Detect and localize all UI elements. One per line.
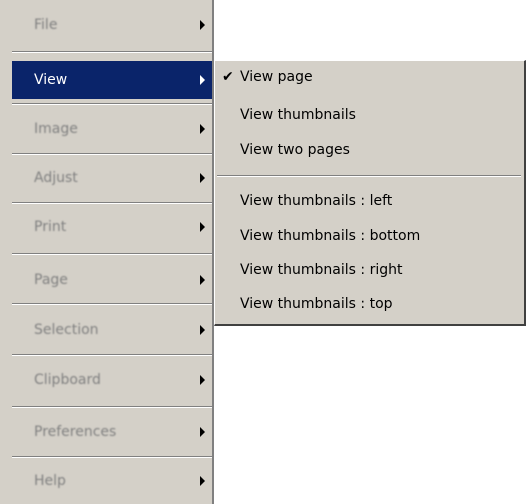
submenu-item-label: View two pages bbox=[240, 142, 350, 158]
main-menu: File View Image Adjust Print Page Select… bbox=[0, 0, 214, 504]
menu-item-label: Clipboard bbox=[34, 372, 101, 388]
submenu-item-thumbnails-right[interactable]: View thumbnails : right bbox=[215, 253, 524, 287]
menu-item-label: Image bbox=[34, 121, 78, 137]
menu-separator bbox=[12, 253, 212, 255]
submenu-item-label: View thumbnails : right bbox=[240, 262, 403, 278]
menu-item-adjust[interactable]: Adjust bbox=[12, 159, 212, 197]
submenu-item-thumbnails-top[interactable]: View thumbnails : top bbox=[215, 287, 524, 321]
submenu-item-label: View thumbnails : top bbox=[240, 296, 393, 312]
menu-item-label: Selection bbox=[34, 322, 99, 338]
submenu-item-label: View thumbnails bbox=[240, 107, 356, 123]
menu-separator bbox=[12, 406, 212, 408]
submenu-arrow-icon bbox=[200, 325, 205, 335]
menu-separator bbox=[12, 456, 212, 458]
menu-item-preferences[interactable]: Preferences bbox=[12, 413, 212, 451]
menu-item-label: Print bbox=[34, 219, 67, 235]
submenu-arrow-icon bbox=[200, 222, 205, 232]
submenu-item-view-two-pages[interactable]: View two pages bbox=[215, 133, 524, 167]
checkmark-icon: ✔ bbox=[222, 69, 234, 85]
submenu-arrow-icon bbox=[200, 20, 205, 30]
menu-item-label: View bbox=[34, 72, 68, 88]
screen: File View Image Adjust Print Page Select… bbox=[0, 0, 526, 504]
submenu-item-label: View thumbnails : bottom bbox=[240, 228, 421, 244]
submenu-item-thumbnails-bottom[interactable]: View thumbnails : bottom bbox=[215, 219, 524, 253]
submenu-item-thumbnails-left[interactable]: View thumbnails : left bbox=[215, 184, 524, 218]
menu-separator bbox=[12, 51, 212, 53]
menu-item-view[interactable]: View bbox=[12, 61, 212, 99]
menu-separator bbox=[12, 202, 212, 204]
submenu-item-label: View page bbox=[240, 69, 313, 85]
menu-item-print[interactable]: Print bbox=[12, 208, 212, 246]
submenu-item-view-page[interactable]: ✔ View page bbox=[215, 60, 524, 94]
submenu-arrow-icon bbox=[200, 275, 205, 285]
menu-item-label: Preferences bbox=[34, 424, 117, 440]
submenu-item-label: View thumbnails : left bbox=[240, 193, 393, 209]
menu-separator bbox=[12, 354, 212, 356]
menu-item-label: Adjust bbox=[34, 170, 78, 186]
menu-item-selection[interactable]: Selection bbox=[12, 311, 212, 349]
submenu-arrow-icon bbox=[200, 173, 205, 183]
menu-item-page[interactable]: Page bbox=[12, 261, 212, 299]
submenu-separator bbox=[217, 175, 521, 177]
menu-item-label: Help bbox=[34, 473, 66, 489]
menu-item-label: Page bbox=[34, 272, 68, 288]
view-submenu: ✔ View page View thumbnails View two pag… bbox=[214, 60, 526, 326]
submenu-arrow-icon bbox=[200, 75, 205, 85]
submenu-arrow-icon bbox=[200, 476, 205, 486]
submenu-item-view-thumbnails[interactable]: View thumbnails bbox=[215, 98, 524, 132]
submenu-arrow-icon bbox=[200, 427, 205, 437]
menu-separator bbox=[12, 303, 212, 305]
menu-item-file[interactable]: File bbox=[12, 6, 212, 44]
menu-item-label: File bbox=[34, 17, 58, 33]
menu-item-help[interactable]: Help bbox=[12, 462, 212, 500]
submenu-arrow-icon bbox=[200, 375, 205, 385]
menu-item-image[interactable]: Image bbox=[12, 110, 212, 148]
menu-separator bbox=[12, 103, 212, 105]
menu-separator bbox=[12, 153, 212, 155]
menu-item-clipboard[interactable]: Clipboard bbox=[12, 361, 212, 399]
submenu-arrow-icon bbox=[200, 124, 205, 134]
